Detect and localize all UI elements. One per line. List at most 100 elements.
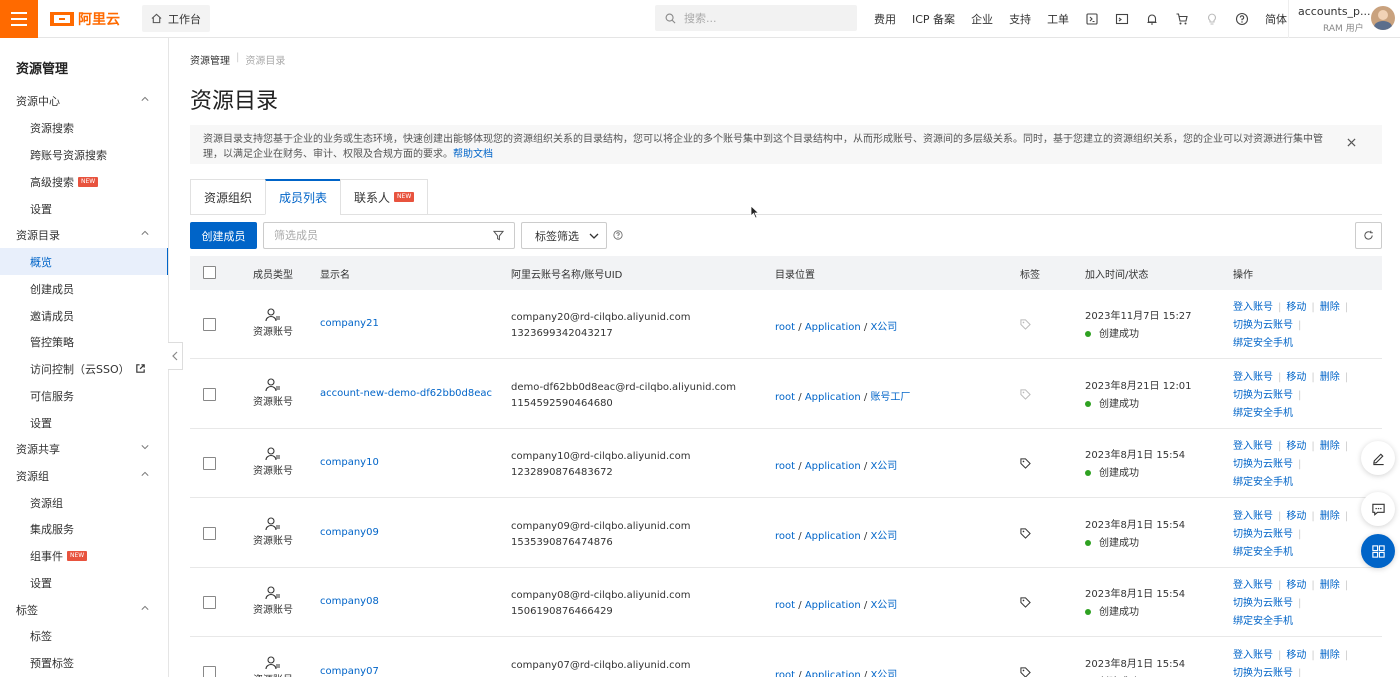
sidebar-item-cross-account-search[interactable]: 跨账号资源搜索 (0, 141, 168, 168)
path-folder[interactable]: Application (805, 600, 861, 611)
switch-cloud-account-link[interactable]: 切换为云账号 (1233, 668, 1293, 677)
create-member-button[interactable]: 创建成员 (190, 222, 257, 249)
path-root[interactable]: root (775, 600, 795, 611)
path-folder[interactable]: Application (805, 670, 861, 677)
move-link[interactable]: 移动 (1286, 441, 1306, 452)
tab-resource-org[interactable]: 资源组织 (190, 179, 266, 215)
bind-phone-link[interactable]: 绑定安全手机 (1233, 616, 1293, 627)
sidebar-item-resource-groups[interactable]: 资源组 (0, 489, 168, 516)
bind-phone-link[interactable]: 绑定安全手机 (1233, 338, 1293, 349)
sidebar-item-rg-settings[interactable]: 设置 (0, 569, 168, 596)
path-leaf[interactable]: X公司 (870, 600, 897, 611)
member-filter[interactable] (263, 222, 515, 249)
refresh-button[interactable] (1355, 222, 1382, 249)
move-link[interactable]: 移动 (1286, 372, 1306, 383)
delete-link[interactable]: 删除 (1320, 302, 1340, 313)
move-link[interactable]: 移动 (1286, 650, 1306, 661)
move-link[interactable]: 移动 (1286, 302, 1306, 313)
nav-support[interactable]: 支持 (1001, 11, 1039, 27)
breadcrumb-item[interactable]: 资源管理 (190, 52, 230, 67)
search-input[interactable] (684, 11, 844, 25)
switch-cloud-account-link[interactable]: 切换为云账号 (1233, 459, 1293, 470)
tag-icon[interactable] (1020, 527, 1031, 542)
path-leaf[interactable]: X公司 (870, 322, 897, 333)
sidebar-item-settings[interactable]: 设置 (0, 195, 168, 222)
member-display-name[interactable]: company07 (320, 666, 379, 677)
sidebar-item-tags[interactable]: 标签 (0, 622, 168, 649)
switch-cloud-account-link[interactable]: 切换为云账号 (1233, 390, 1293, 401)
sidebar-item-create-member[interactable]: 创建成员 (0, 275, 168, 302)
nav-billing[interactable]: 费用 (866, 11, 904, 27)
aliyun-logo[interactable]: 阿里云 (50, 9, 120, 29)
chat-button[interactable] (1361, 492, 1395, 526)
switch-cloud-account-link[interactable]: 切换为云账号 (1233, 529, 1293, 540)
login-account-link[interactable]: 登入账号 (1233, 511, 1273, 522)
sidebar-item-trusted-services[interactable]: 可信服务 (0, 382, 168, 409)
row-checkbox[interactable] (203, 665, 216, 677)
tag-icon[interactable] (1020, 458, 1031, 472)
path-leaf[interactable]: X公司 (870, 461, 897, 472)
filter-input[interactable] (274, 229, 493, 242)
terminal-icon[interactable] (1107, 0, 1137, 38)
path-root[interactable]: root (775, 322, 795, 333)
tab-member-list[interactable]: 成员列表 (265, 179, 341, 215)
select-all-checkbox[interactable] (203, 266, 216, 279)
sidebar-group-resource-sharing[interactable]: 资源共享 (0, 435, 168, 462)
tag-icon[interactable] (1020, 388, 1031, 403)
delete-link[interactable]: 删除 (1320, 580, 1340, 591)
feedback-edit-button[interactable] (1361, 441, 1395, 475)
delete-link[interactable]: 删除 (1320, 441, 1340, 452)
help-circle-icon[interactable] (1227, 0, 1257, 38)
path-folder[interactable]: Application (805, 322, 861, 333)
sidebar-item-integration[interactable]: 集成服务 (0, 515, 168, 542)
login-account-link[interactable]: 登入账号 (1233, 650, 1273, 661)
bind-phone-link[interactable]: 绑定安全手机 (1233, 408, 1293, 419)
login-account-link[interactable]: 登入账号 (1233, 580, 1273, 591)
question-icon[interactable] (613, 230, 623, 243)
path-folder[interactable]: Application (805, 392, 861, 403)
bell-icon[interactable] (1137, 0, 1167, 38)
sidebar-item-rd-settings[interactable]: 设置 (0, 409, 168, 436)
switch-cloud-account-link[interactable]: 切换为云账号 (1233, 598, 1293, 609)
move-link[interactable]: 移动 (1286, 511, 1306, 522)
login-account-link[interactable]: 登入账号 (1233, 441, 1273, 452)
nav-icp[interactable]: ICP 备案 (904, 11, 963, 27)
close-icon[interactable] (1347, 137, 1356, 152)
global-search[interactable] (655, 5, 857, 31)
cart-icon[interactable] (1167, 0, 1197, 38)
member-display-name[interactable]: company21 (320, 318, 379, 329)
path-root[interactable]: root (775, 461, 795, 472)
sidebar-item-resource-search[interactable]: 资源搜索 (0, 114, 168, 141)
tag-filter-dropdown[interactable]: 标签筛选 (521, 222, 607, 249)
member-display-name[interactable]: company08 (320, 596, 379, 607)
nav-ticket[interactable]: 工单 (1039, 11, 1077, 27)
row-checkbox[interactable] (203, 318, 216, 331)
sidebar-item-invite-member[interactable]: 邀请成员 (0, 302, 168, 329)
delete-link[interactable]: 删除 (1320, 372, 1340, 383)
member-display-name[interactable]: account-new-demo-df62bb0d8eac (320, 388, 492, 399)
sidebar-item-overview[interactable]: 概览 (0, 248, 168, 275)
row-checkbox[interactable] (203, 387, 216, 401)
path-root[interactable]: root (775, 670, 795, 677)
tag-icon[interactable] (1020, 666, 1031, 677)
path-root[interactable]: root (775, 531, 795, 542)
tab-contacts[interactable]: 联系人 NEW (340, 179, 429, 215)
row-checkbox[interactable] (203, 596, 216, 609)
sidebar-group-tags[interactable]: 标签 (0, 596, 168, 623)
row-checkbox[interactable] (203, 526, 216, 540)
sidebar-item-preset-tags[interactable]: 预置标签 (0, 649, 168, 676)
switch-cloud-account-link[interactable]: 切换为云账号 (1233, 320, 1293, 331)
move-link[interactable]: 移动 (1286, 580, 1306, 591)
sidebar-item-group-events[interactable]: 组事件 NEW (0, 542, 168, 569)
workbench-button[interactable]: 工作台 (142, 5, 210, 32)
login-account-link[interactable]: 登入账号 (1233, 302, 1273, 313)
delete-link[interactable]: 删除 (1320, 511, 1340, 522)
path-root[interactable]: root (775, 392, 795, 403)
sidebar-item-cloud-sso[interactable]: 访问控制（云SSO） (0, 355, 168, 382)
apps-button[interactable] (1361, 534, 1395, 568)
path-leaf[interactable]: X公司 (870, 670, 897, 677)
lightbulb-icon[interactable] (1197, 0, 1227, 38)
tag-icon[interactable] (1020, 319, 1031, 333)
member-display-name[interactable]: company09 (320, 527, 379, 538)
account-menu[interactable]: accounts_p... RAM 用户 (1288, 0, 1400, 38)
